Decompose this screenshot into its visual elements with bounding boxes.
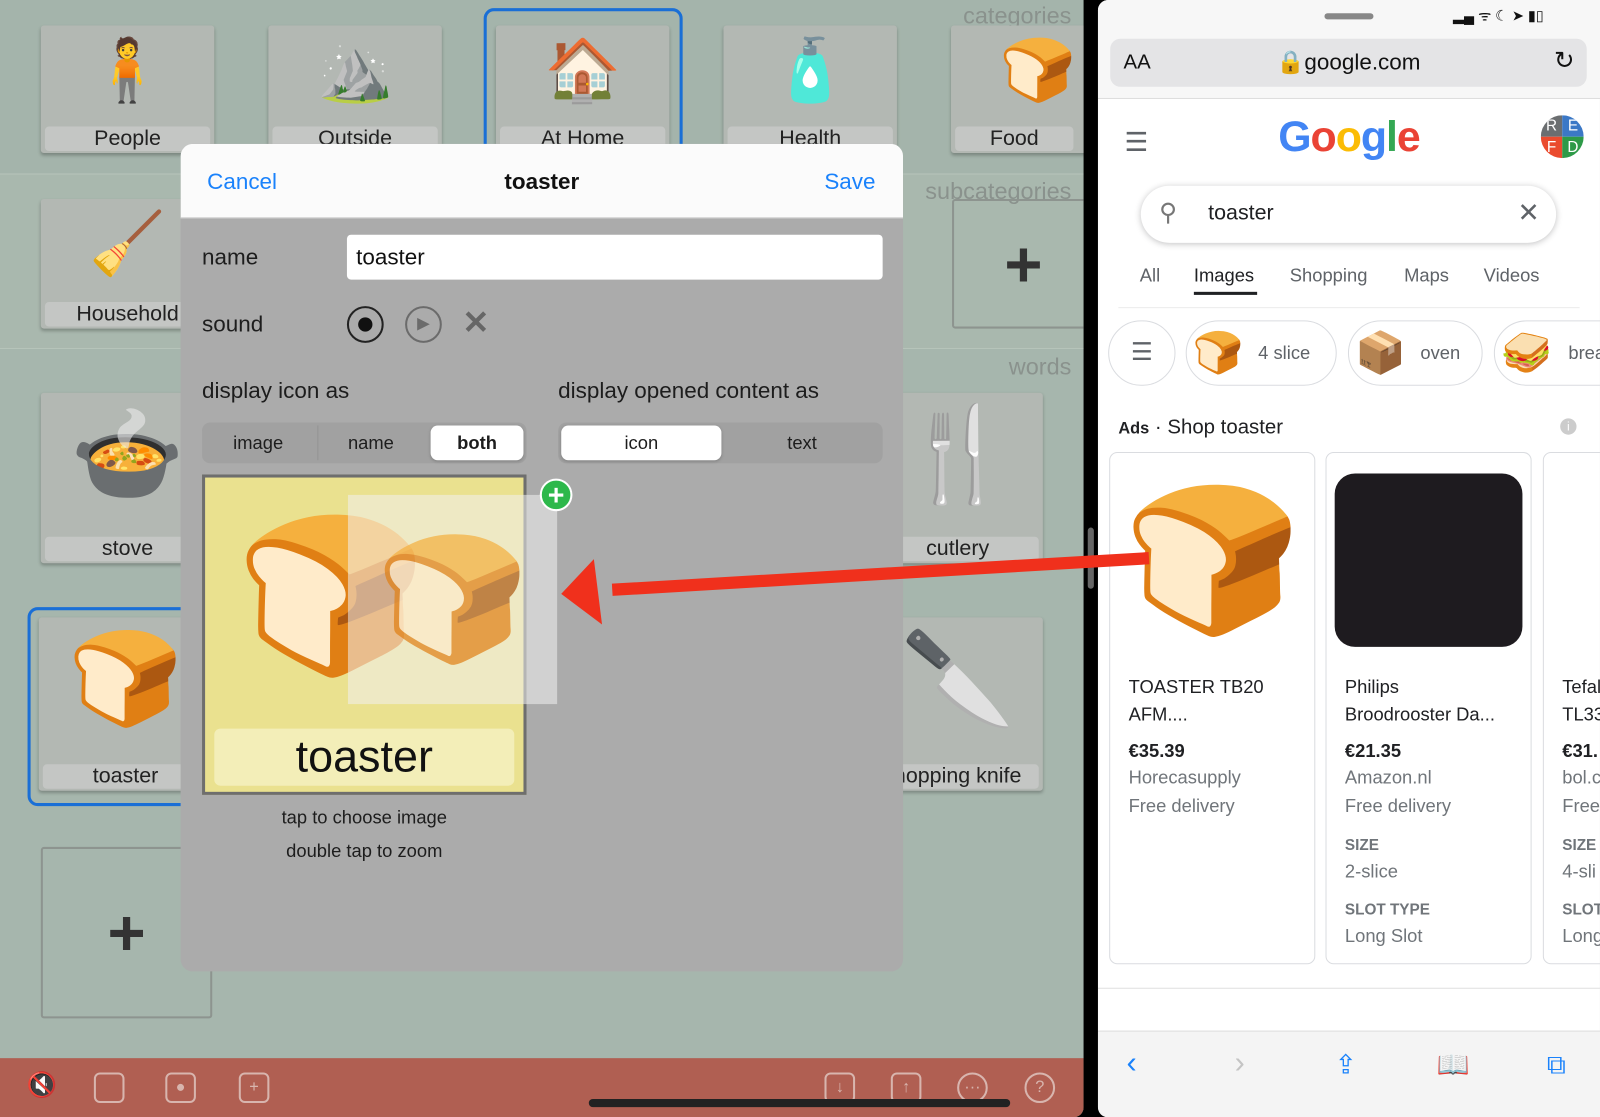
arrow-shaft <box>611 552 1150 596</box>
arrow-head <box>561 559 603 625</box>
drag-arrow <box>561 552 1150 625</box>
